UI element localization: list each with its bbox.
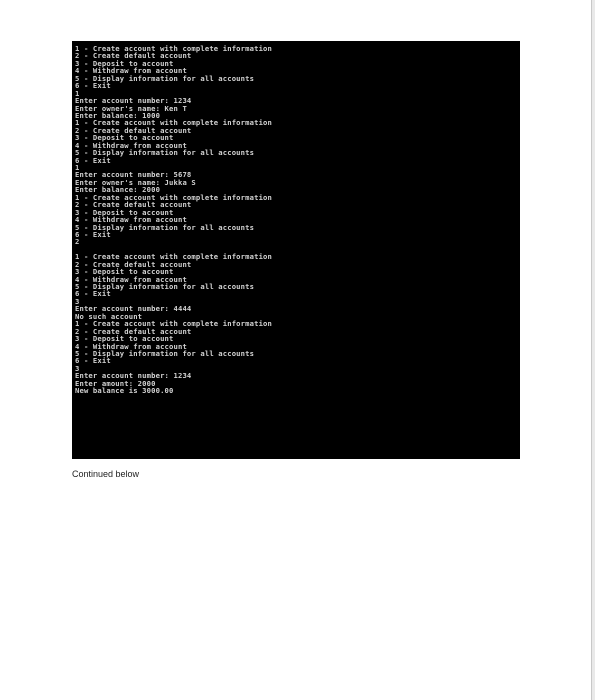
console-line: 5 - Display information for all accounts [75, 73, 255, 83]
console-line: 2 [75, 237, 80, 247]
console-line: New balance is 3000.00 [75, 386, 174, 396]
console-line: 5 - Display information for all accounts [75, 348, 255, 358]
console-line: 6 - Exit [75, 229, 111, 239]
console-line: 6 - Exit [75, 155, 111, 165]
continued-caption: Continued below [72, 469, 140, 479]
console-line: 6 - Exit [75, 356, 111, 366]
console-line: 6 - Exit [75, 81, 111, 91]
console-line: 5 - Display information for all accounts [75, 222, 255, 232]
console-line: 6 - Exit [75, 289, 111, 299]
document-page: 1 - Create account with complete informa… [0, 0, 592, 700]
console-line: 5 - Display information for all accounts [75, 148, 255, 158]
console-screenshot: 1 - Create account with complete informa… [72, 41, 520, 459]
console-line: 5 - Display information for all accounts [75, 282, 255, 291]
